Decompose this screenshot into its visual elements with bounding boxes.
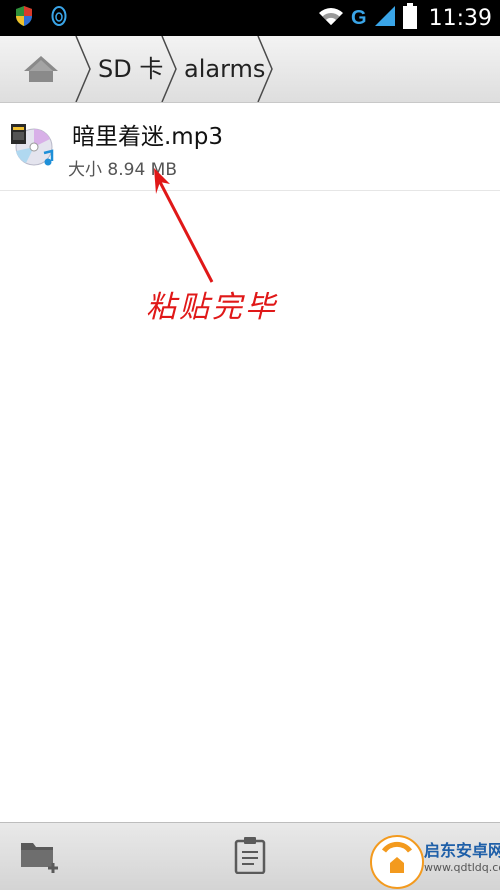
clock: 11:39 — [428, 5, 492, 31]
breadcrumb: SD 卡 alarms — [0, 36, 500, 103]
home-icon — [22, 54, 60, 88]
battery-icon — [402, 3, 417, 33]
watermark-badge-icon — [370, 835, 424, 889]
shield-icon — [14, 5, 34, 31]
new-folder-icon — [19, 837, 61, 877]
annotation-arrow-icon — [154, 168, 214, 283]
audio-file-icon — [10, 123, 56, 169]
new-folder-button[interactable] — [0, 823, 80, 890]
watermark-title: 启东安卓网 — [424, 841, 500, 860]
signal-icon — [373, 4, 397, 32]
breadcrumb-separator-icon — [257, 36, 273, 102]
status-notifications — [14, 6, 68, 30]
watermark-url: www.qdtldq.com — [424, 861, 500, 874]
breadcrumb-item-sd-card[interactable]: SD 卡 — [98, 36, 163, 102]
qq-penguin-icon — [50, 5, 68, 31]
paste-button[interactable] — [210, 823, 290, 890]
breadcrumb-separator-icon — [75, 36, 91, 102]
annotation-label: 粘贴完毕 — [146, 290, 278, 325]
file-name: 暗里着迷.mp3 — [72, 124, 223, 150]
breadcrumb-home-button[interactable] — [0, 36, 82, 102]
watermark-logo: 启东安卓网 www.qdtldq.com — [360, 827, 500, 889]
status-indicators: G 11:39 — [317, 3, 492, 33]
file-list-item[interactable]: 暗里着迷.mp3 大小 8.94 MB — [0, 103, 500, 191]
status-bar: G 11:39 — [0, 0, 500, 36]
breadcrumb-separator-icon — [161, 36, 177, 102]
breadcrumb-item-alarms[interactable]: alarms — [184, 36, 265, 102]
wifi-icon — [317, 5, 345, 31]
network-type-indicator: G — [351, 6, 367, 29]
paste-icon — [234, 836, 266, 878]
